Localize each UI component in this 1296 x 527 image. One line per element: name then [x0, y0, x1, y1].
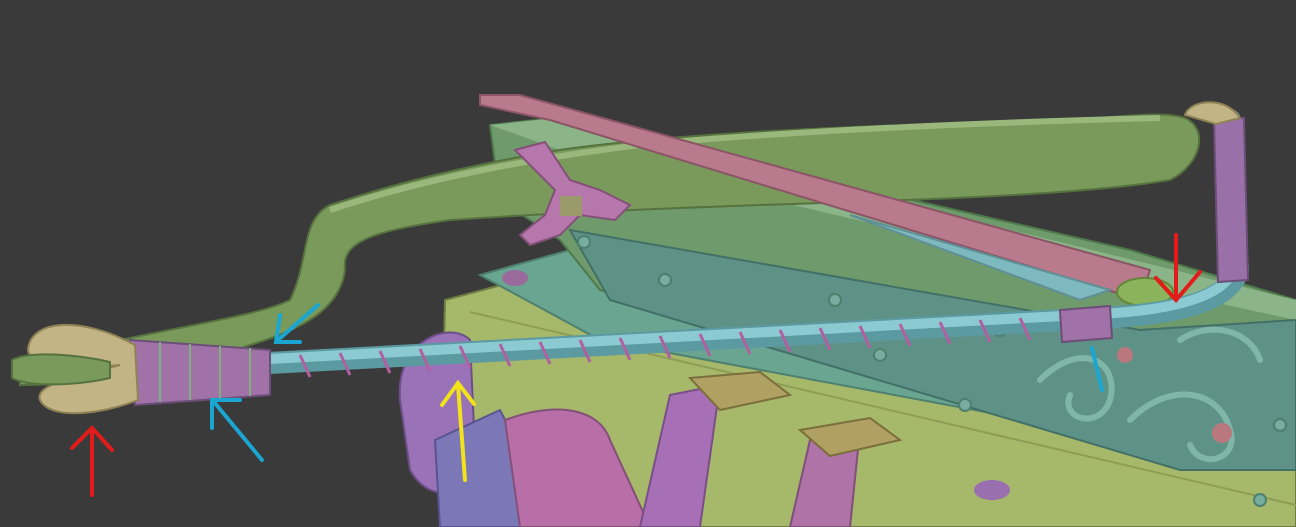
limb-tip — [11, 353, 111, 386]
string-wrap-right — [1058, 304, 1114, 344]
plate-rivet — [502, 270, 528, 286]
crossbow-render — [0, 0, 1296, 527]
lower-rivet — [974, 480, 1010, 500]
ornament-gem-2 — [1212, 423, 1232, 443]
latch-pin — [560, 196, 582, 216]
string-wrap-vertical — [1212, 116, 1250, 284]
ornament-gem-1 — [1117, 347, 1133, 363]
